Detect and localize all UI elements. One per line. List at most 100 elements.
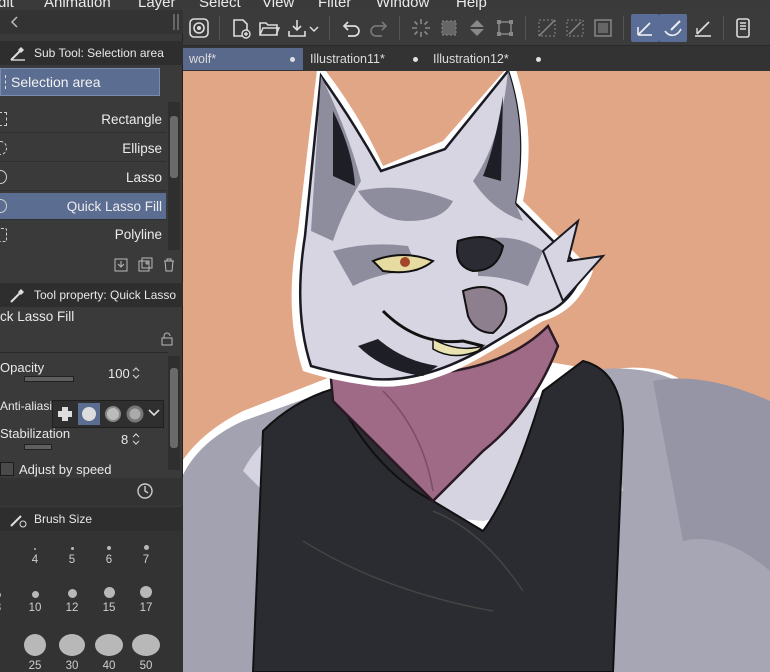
app-logo-icon[interactable] [185, 14, 213, 42]
menu-animation[interactable]: Animation [44, 0, 111, 10]
brush-size-12[interactable]: 12 [53, 576, 91, 614]
dropdown-icon[interactable] [307, 14, 321, 42]
adjust-by-speed-checkbox[interactable] [0, 462, 14, 476]
brush-size-40[interactable]: 40 [90, 634, 128, 672]
left-panel: Sub Tool: Selection area Selection area … [0, 10, 183, 672]
clear-icon[interactable] [407, 14, 435, 42]
brush-size-icon [8, 509, 28, 529]
menu-layer[interactable]: Layer [138, 0, 176, 10]
opacity-label: Opacity [0, 360, 45, 375]
subtool-item-label: Rectangle [101, 111, 162, 127]
subtool-item-rectangle[interactable]: Rectangle [0, 106, 166, 133]
subtool-item-ellipse[interactable]: Ellipse [0, 135, 166, 162]
redo-icon[interactable] [365, 14, 393, 42]
menu-edit[interactable]: dit [0, 0, 14, 10]
new-canvas-icon[interactable] [227, 14, 255, 42]
subtool-item-label: Ellipse [122, 140, 162, 156]
menu-window[interactable]: Window [376, 0, 429, 10]
tool-settings-icon[interactable] [136, 482, 154, 500]
quick-lasso-icon [0, 199, 7, 213]
fill-selection-icon[interactable] [435, 14, 463, 42]
tab-label: Illustration11* [310, 52, 385, 66]
tab-illustration12[interactable]: Illustration12* [427, 48, 549, 70]
brush-size-8[interactable]: 8 [0, 576, 17, 614]
brush-size-15[interactable]: 15 [90, 576, 128, 614]
antialias-none-button[interactable] [54, 403, 76, 425]
opacity-slider[interactable] [24, 376, 74, 382]
lock-icon[interactable] [158, 330, 176, 348]
toolprop-header-label: Tool property: Quick Lasso [34, 288, 177, 302]
menu-select[interactable]: Select [199, 0, 241, 10]
wolf-illustration [183, 71, 770, 672]
brush-size-6[interactable]: 6 [90, 528, 128, 566]
brush-size-25[interactable]: 25 [16, 634, 54, 672]
tab-illustration11[interactable]: Illustration11* [304, 48, 426, 70]
tab-wolf[interactable]: wolf* [183, 48, 303, 70]
brush-active-icon[interactable] [631, 14, 659, 42]
transform-icon[interactable] [491, 14, 519, 42]
snap-ruler-icon[interactable] [561, 14, 589, 42]
pen-pressure-icon[interactable] [689, 14, 717, 42]
lasso-select-icon [0, 170, 7, 184]
tab-label: Illustration12* [433, 52, 509, 66]
subtool-item-quick-lasso-fill[interactable]: Quick Lasso Fill [0, 193, 166, 220]
brushsize-header-label: Brush Size [34, 512, 93, 526]
drawing-canvas[interactable] [183, 71, 770, 672]
fill-icon[interactable] [463, 14, 491, 42]
download-subtool-icon[interactable] [112, 256, 130, 274]
subtool-item-label: Lasso [125, 169, 162, 185]
tablet-icon[interactable] [729, 14, 757, 42]
menu-help[interactable]: Help [456, 0, 487, 10]
subtool-item-polyline[interactable]: Polyline [0, 222, 166, 246]
brush-size-10[interactable]: 10 [16, 576, 54, 614]
opacity-stepper-icon[interactable] [131, 366, 141, 380]
brush-size-50[interactable]: 50 [127, 634, 165, 672]
antialias-dropdown-icon[interactable] [148, 408, 160, 418]
close-tab-icon[interactable] [536, 57, 541, 62]
stabilization-stepper-icon[interactable] [131, 432, 141, 446]
tab-label: wolf* [189, 52, 217, 66]
panel-grip[interactable] [173, 14, 179, 30]
opacity-value[interactable]: 100 [108, 366, 130, 381]
open-folder-icon[interactable] [255, 14, 283, 42]
adjust-by-speed-label: Adjust by speed [19, 462, 112, 477]
menu-bar: dit Animation Layer Select View Filter W… [0, 0, 770, 10]
selection-area-group-button[interactable]: Selection area [0, 68, 160, 96]
antialias-weak-button[interactable] [78, 403, 100, 425]
close-tab-icon[interactable] [290, 57, 295, 62]
subtool-item-lasso[interactable]: Lasso [0, 164, 166, 191]
antialias-medium-button[interactable] [102, 403, 124, 425]
brush-size-4[interactable]: 4 [16, 528, 54, 566]
close-tab-icon[interactable] [413, 57, 418, 62]
subtool-scrollbar[interactable] [168, 102, 180, 250]
stabilization-label: Stabilization [0, 426, 71, 441]
hide-selection-icon[interactable] [533, 14, 561, 42]
snap-grid-icon[interactable] [589, 14, 617, 42]
rectangle-select-icon [0, 112, 7, 126]
subtool-panel-header: Sub Tool: Selection area [0, 41, 183, 65]
antialias-strong-button[interactable] [124, 403, 146, 425]
brush-size-17[interactable]: 17 [127, 576, 165, 614]
toolprop-scrollbar[interactable] [168, 356, 180, 470]
toolprop-panel-header: Tool property: Quick Lasso [0, 283, 183, 307]
menu-filter[interactable]: Filter [318, 0, 351, 10]
tool-name-label: ck Lasso Fill [0, 309, 75, 324]
stabilization-slider[interactable] [24, 444, 52, 450]
menu-view[interactable]: View [262, 0, 294, 10]
stabilization-value[interactable]: 8 [121, 432, 128, 447]
delete-subtool-icon[interactable] [160, 256, 178, 274]
subtool-item-label: Polyline [114, 226, 162, 242]
toolprop-icon [8, 285, 28, 305]
subtool-item-label: Quick Lasso Fill [66, 198, 162, 214]
brush-size-30[interactable]: 30 [53, 634, 91, 672]
selection-tool-icon [8, 43, 28, 63]
collapse-arrow-icon[interactable] [10, 16, 20, 28]
duplicate-subtool-icon[interactable] [136, 256, 154, 274]
brush-size-5[interactable]: 5 [53, 528, 91, 566]
command-bar [183, 10, 770, 46]
undo-icon[interactable] [337, 14, 365, 42]
subtool-header-label: Sub Tool: Selection area [34, 46, 164, 60]
brush-size-7[interactable]: 7 [127, 528, 165, 566]
smooth-brush-icon[interactable] [659, 14, 687, 42]
panel-collapse-strip [0, 10, 183, 34]
